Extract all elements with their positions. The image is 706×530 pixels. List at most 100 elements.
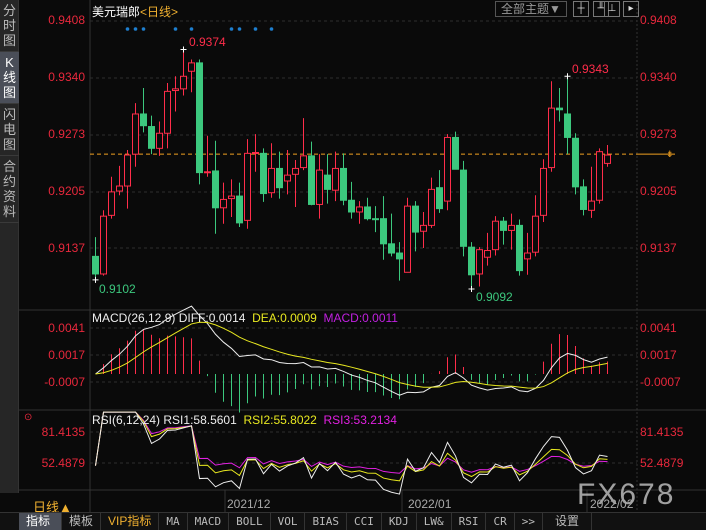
y-axis-label-right: 0.9273	[640, 127, 677, 141]
macd-dea: DEA:0.0009	[252, 311, 317, 325]
macd-title: MACD(26,12,9)	[92, 311, 176, 325]
candle-body	[588, 200, 595, 211]
more-tabs-button[interactable]: >>	[515, 513, 543, 530]
candle-body	[460, 169, 467, 247]
rsi-axis-label: 52.4879	[41, 456, 85, 470]
tab-lw[interactable]: LW&	[417, 513, 452, 530]
rsi-axis-label-right: 81.4135	[640, 425, 684, 439]
indicator-toolbar: 指标 模板 VIP指标 MA MACD BOLL VOL BIAS CCI KD…	[0, 512, 706, 530]
candle-body	[276, 167, 283, 189]
candle-body	[556, 107, 563, 111]
candle-body	[388, 243, 395, 254]
candle-body	[164, 90, 171, 134]
signal-dot	[173, 27, 178, 31]
signal-dot	[253, 27, 258, 31]
candle-body	[604, 154, 611, 164]
tab-macd[interactable]: MACD	[188, 513, 230, 530]
candle-body	[396, 252, 403, 260]
candle-body	[436, 187, 443, 210]
candle-body	[204, 171, 211, 174]
candle-body	[532, 215, 539, 253]
y-axis-label: 0.9408	[48, 13, 85, 27]
tab-bias[interactable]: BIAS	[305, 513, 347, 530]
symbol-name: 美元瑞郎	[92, 5, 141, 19]
candle-body	[412, 205, 419, 233]
candle-body	[220, 198, 227, 209]
candle-body	[404, 205, 411, 273]
candle-body	[156, 132, 163, 149]
candle-body	[316, 169, 323, 205]
macd-axis-label: 0.0017	[48, 348, 85, 362]
candle-body	[140, 113, 147, 127]
rsi3-value: RSI3:53.2134	[323, 413, 397, 427]
candle-body	[372, 218, 379, 221]
crosshair-icon[interactable]: ┼	[573, 1, 589, 17]
rsi-axis-label-right: 52.4879	[640, 456, 684, 470]
signal-dot	[133, 27, 138, 31]
candle-body	[420, 224, 427, 232]
tab-cr[interactable]: CR	[486, 513, 515, 530]
settings-gear-icon[interactable]: ⊙	[24, 412, 32, 423]
y-axis-label: 0.9137	[48, 241, 85, 255]
signal-dot	[141, 27, 146, 31]
scroll-right-icon[interactable]: ▸	[623, 1, 639, 17]
candle-body	[132, 113, 139, 155]
settings-button[interactable]: 设置	[543, 513, 592, 530]
tab-vol[interactable]: VOL	[271, 513, 306, 530]
macd-axis-label-right: 0.0041	[640, 321, 677, 335]
candle-body	[148, 126, 155, 149]
candle-body	[476, 249, 483, 275]
tab-rsi[interactable]: RSI	[452, 513, 487, 530]
tab-boll[interactable]: BOLL	[229, 513, 271, 530]
extreme-marker-icon	[468, 286, 475, 293]
candle-body	[188, 62, 195, 72]
y-axis-label-right: 0.9137	[640, 241, 677, 255]
tab-indicator[interactable]: 指标	[19, 513, 62, 530]
signal-dot	[229, 27, 234, 31]
signal-dot	[125, 27, 130, 31]
signal-dot	[237, 27, 242, 31]
signal-dot	[189, 27, 194, 31]
candle-body	[572, 137, 579, 188]
tab-ma[interactable]: MA	[159, 513, 188, 530]
tab-cci[interactable]: CCI	[347, 513, 382, 530]
candle-body	[516, 224, 523, 272]
x-axis-date: 2021/12	[227, 497, 271, 511]
tab-kdj[interactable]: KDJ	[382, 513, 417, 530]
tab-vip-indicator[interactable]: VIP指标	[101, 513, 160, 530]
candle-body	[100, 215, 107, 275]
theme-dropdown[interactable]: 全部主题▼	[495, 1, 567, 17]
candle-body	[268, 167, 275, 194]
candle-body	[580, 186, 587, 210]
candle-body	[292, 167, 299, 175]
candle-body	[244, 152, 251, 221]
candle-body	[444, 136, 451, 202]
rsi2-value: RSI2:55.8022	[243, 413, 317, 427]
candle-body	[484, 250, 491, 258]
candle-body	[500, 220, 507, 231]
y-axis-label-right: 0.9205	[640, 184, 677, 198]
tab-template[interactable]: 模板	[62, 513, 102, 530]
candle-body	[124, 154, 131, 187]
y-axis-label: 0.9205	[48, 184, 85, 198]
rsi-axis-label: 81.4135	[41, 425, 85, 439]
candle-body	[356, 206, 363, 213]
macd-diff: DIFF:0.0014	[178, 311, 246, 325]
zoom-out-icon[interactable]: ⊥	[604, 1, 620, 17]
candle-body	[452, 136, 459, 170]
kline-chart[interactable]: ⇟	[0, 0, 706, 512]
candle-body	[524, 252, 531, 260]
extreme-marker-icon	[92, 276, 99, 283]
macd-axis-label-right: 0.0017	[640, 348, 677, 362]
macd-axis-label: 0.0041	[48, 321, 85, 335]
candle-body	[108, 191, 115, 216]
rsi-legend: RSI(6,12,24) RSI1:58.5601 RSI2:55.8022 R…	[92, 413, 397, 427]
period-tag: <日线>	[140, 5, 179, 19]
candle-body	[540, 167, 547, 216]
high2-label: 0.9343	[572, 62, 609, 76]
y-axis-label: 0.9340	[48, 70, 85, 84]
candle-body	[308, 155, 315, 205]
macd-legend: MACD(26,12,9) DIFF:0.0014 DEA:0.0009 MAC…	[92, 311, 398, 325]
rsi-title: RSI(6,12,24)	[92, 413, 161, 427]
signal-dot	[269, 27, 274, 31]
